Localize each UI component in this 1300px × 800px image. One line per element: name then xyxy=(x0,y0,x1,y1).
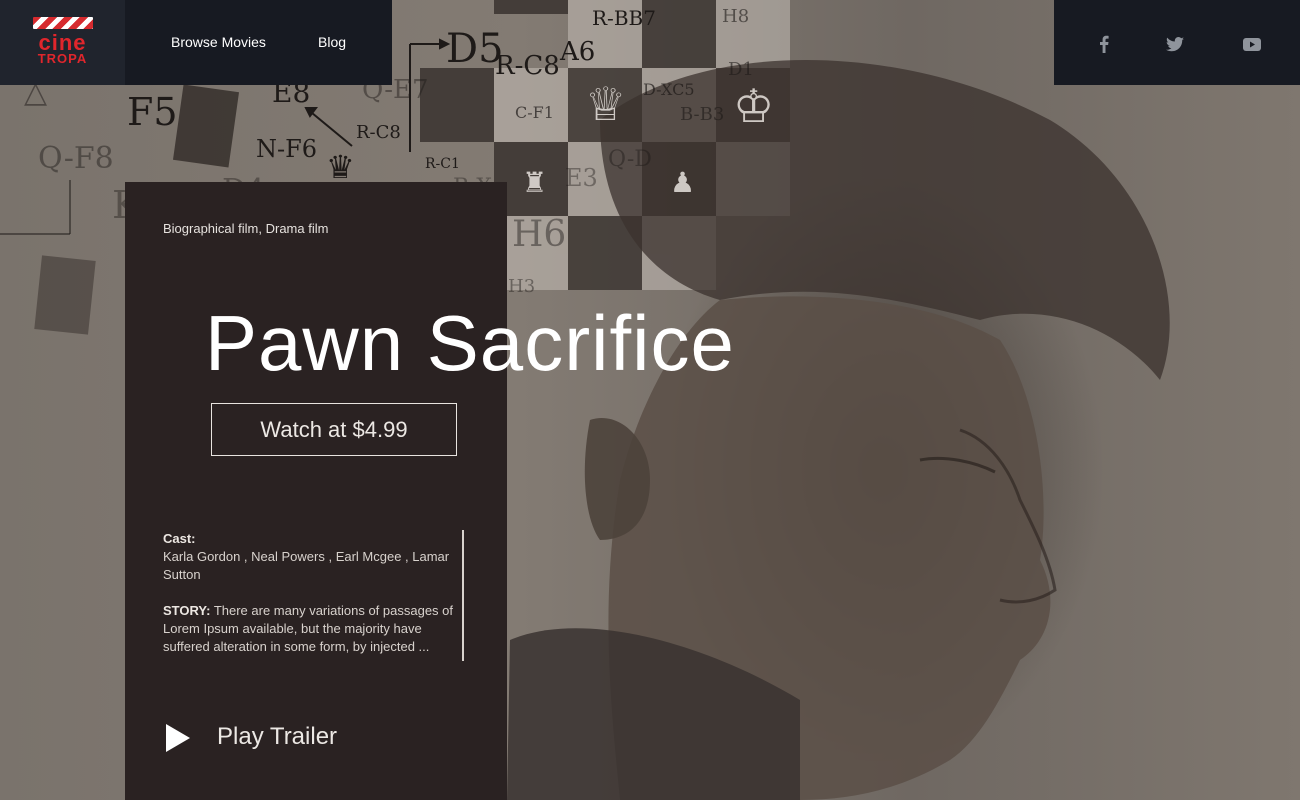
social-bar xyxy=(1054,0,1300,85)
top-nav: cine TROPA Browse Movies Blog xyxy=(0,0,392,85)
youtube-icon[interactable] xyxy=(1240,32,1264,56)
svg-text:A6: A6 xyxy=(559,37,595,67)
watch-button[interactable]: Watch at $4.99 xyxy=(211,403,457,456)
svg-text:B-B3: B-B3 xyxy=(680,104,724,125)
nav-blog[interactable]: Blog xyxy=(318,34,346,50)
svg-text:Q-D: Q-D xyxy=(608,147,652,172)
details-scrollbar[interactable] xyxy=(462,530,464,661)
clapperboard-icon xyxy=(33,17,93,29)
story-label: STORY: xyxy=(163,603,211,618)
svg-text:H6: H6 xyxy=(512,214,566,255)
svg-text:R-C1: R-C1 xyxy=(425,156,460,172)
nav-browse-movies[interactable]: Browse Movies xyxy=(171,34,266,50)
facebook-icon[interactable] xyxy=(1092,32,1116,56)
svg-text:♟: ♟ xyxy=(670,166,695,199)
movie-info-panel xyxy=(125,182,507,800)
play-trailer-link[interactable]: Play Trailer xyxy=(217,723,337,751)
notation-f5: F5 xyxy=(127,90,178,134)
cast-label: Cast: xyxy=(163,531,196,546)
story-section: STORY: There are many variations of pass… xyxy=(163,602,453,656)
play-icon[interactable] xyxy=(166,724,190,752)
svg-text:C-F1: C-F1 xyxy=(515,103,554,122)
cast-section: Cast: Karla Gordon , Neal Powers , Earl … xyxy=(163,530,453,584)
svg-text:R-C8: R-C8 xyxy=(495,51,560,81)
svg-text:♕: ♕ xyxy=(585,77,626,131)
svg-text:R-BB7: R-BB7 xyxy=(592,6,656,30)
svg-text:H3: H3 xyxy=(508,276,535,297)
svg-text:E3: E3 xyxy=(565,164,598,192)
cast-list: Karla Gordon , Neal Powers , Earl Mcgee … xyxy=(163,549,450,582)
movie-details: Cast: Karla Gordon , Neal Powers , Earl … xyxy=(163,530,453,656)
twitter-icon[interactable] xyxy=(1163,32,1187,56)
svg-text:R-C8: R-C8 xyxy=(356,122,401,143)
movie-genre: Biographical film, Drama film xyxy=(163,221,329,236)
svg-text:N-F6: N-F6 xyxy=(256,135,317,163)
svg-text:♔: ♔ xyxy=(733,79,774,133)
svg-text:H8: H8 xyxy=(722,6,749,27)
svg-text:♜: ♜ xyxy=(522,166,547,199)
movie-title: Pawn Sacrifice xyxy=(205,299,735,387)
svg-text:Q-F8: Q-F8 xyxy=(38,141,114,176)
brand-logo[interactable]: cine TROPA xyxy=(0,0,125,85)
svg-text:D1: D1 xyxy=(728,59,754,80)
svg-text:♛: ♛ xyxy=(326,148,355,186)
brand-name-line2: TROPA xyxy=(37,51,88,66)
svg-text:D-XC5: D-XC5 xyxy=(643,80,695,99)
